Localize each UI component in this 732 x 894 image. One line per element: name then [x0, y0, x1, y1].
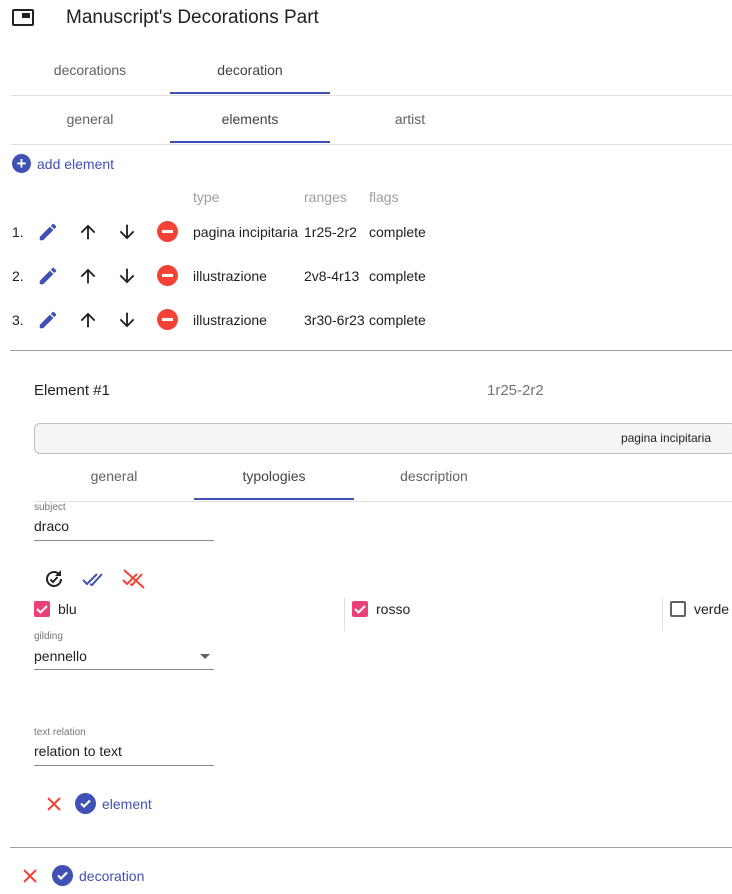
element-type-chip: pagina incipitaria [620, 431, 711, 445]
checkbox-checked-icon [352, 601, 368, 617]
tab-divider [10, 144, 732, 145]
remove-icon[interactable] [157, 221, 178, 242]
element-type: illustrazione [193, 312, 267, 328]
tab-general[interactable]: general [10, 95, 170, 143]
refresh-icon[interactable] [42, 567, 66, 591]
remove-icon[interactable] [157, 265, 178, 286]
add-circle-icon: + [12, 154, 31, 173]
web-asset-icon [12, 9, 34, 26]
tab-decorations[interactable]: decorations [10, 46, 170, 94]
select-all-icon[interactable] [81, 568, 107, 590]
element-editor-title: Element #1 [34, 382, 110, 399]
text-relation-underline [34, 765, 214, 766]
move-up-icon[interactable] [77, 265, 99, 287]
save-decoration-button[interactable]: decoration [52, 865, 144, 886]
text-relation-label: text relation [34, 727, 86, 738]
save-element-button[interactable]: element [75, 793, 152, 814]
deselect-all-icon[interactable] [121, 567, 147, 591]
table-row: 2. illustrazione 2v8-4r13 complete [0, 260, 440, 292]
color-option-verde[interactable]: verde [670, 601, 729, 617]
editor-tab-general[interactable]: general [34, 452, 194, 500]
color-label: verde [694, 601, 730, 617]
edit-icon[interactable] [37, 221, 59, 243]
table-row: 1. pagina incipitaria 1r25-2r2 complete [0, 216, 440, 248]
tab-decoration[interactable]: decoration [170, 46, 330, 94]
cancel-decoration-icon[interactable] [20, 866, 40, 886]
element-type: illustrazione [193, 268, 267, 284]
element-editor-range: 1r25-2r2 [487, 382, 544, 399]
element-type-chip-bar: pagina incipitaria [34, 423, 732, 454]
subject-underline [34, 540, 214, 541]
table-row: 3. illustrazione 3r30-6r23 complete [0, 304, 440, 336]
editor-tab-divider [34, 501, 732, 502]
edit-icon[interactable] [37, 309, 59, 331]
tab-artist[interactable]: artist [330, 95, 490, 143]
element-ranges: 2v8-4r13 [304, 268, 360, 284]
element-flags: complete [369, 268, 426, 284]
color-label: blu [58, 601, 77, 617]
color-label: rosso [376, 601, 411, 617]
cancel-element-icon[interactable] [44, 794, 64, 814]
section-divider [10, 350, 732, 351]
gilding-label: gilding [34, 631, 63, 642]
column-separator [662, 597, 663, 631]
subject-field[interactable]: draco [34, 518, 214, 534]
gilding-select[interactable]: pennello [34, 646, 214, 670]
save-decoration-label: decoration [79, 867, 145, 884]
check-circle-icon [75, 793, 96, 814]
row-number: 3. [12, 312, 24, 328]
element-ranges: 3r30-6r23 [304, 312, 365, 328]
element-flags: complete [369, 312, 426, 328]
column-separator [344, 597, 345, 631]
checkbox-checked-icon [34, 601, 50, 617]
tab-elements[interactable]: elements [170, 95, 330, 143]
footer-divider [10, 847, 732, 848]
add-element-button[interactable]: + add element [12, 154, 114, 173]
column-header-ranges: ranges [304, 189, 347, 205]
move-down-icon[interactable] [116, 221, 138, 243]
color-option-rosso[interactable]: rosso [352, 601, 410, 617]
gilding-underline [34, 669, 214, 670]
move-up-icon[interactable] [77, 309, 99, 331]
element-flags: complete [369, 224, 426, 240]
color-option-blu[interactable]: blu [34, 601, 77, 617]
move-down-icon[interactable] [116, 309, 138, 331]
dropdown-arrow-icon [200, 654, 210, 659]
column-header-flags: flags [369, 189, 399, 205]
row-number: 1. [12, 224, 24, 240]
element-type: pagina incipitaria [193, 224, 299, 240]
move-down-icon[interactable] [116, 265, 138, 287]
element-ranges: 1r25-2r2 [304, 224, 357, 240]
save-element-label: element [102, 795, 152, 812]
check-circle-icon [52, 865, 73, 886]
subject-label: subject [34, 502, 66, 513]
add-element-label: add element [37, 155, 115, 172]
column-header-type: type [193, 189, 220, 205]
gilding-value: pennello [34, 648, 87, 664]
editor-tab-description[interactable]: description [354, 452, 514, 500]
row-number: 2. [12, 268, 24, 284]
checkbox-unchecked-icon [670, 601, 686, 617]
page-title: Manuscript's Decorations Part [66, 7, 319, 28]
editor-tab-typologies[interactable]: typologies [194, 452, 354, 500]
text-relation-field[interactable]: relation to text [34, 743, 214, 759]
move-up-icon[interactable] [77, 221, 99, 243]
remove-icon[interactable] [157, 309, 178, 330]
edit-icon[interactable] [37, 265, 59, 287]
